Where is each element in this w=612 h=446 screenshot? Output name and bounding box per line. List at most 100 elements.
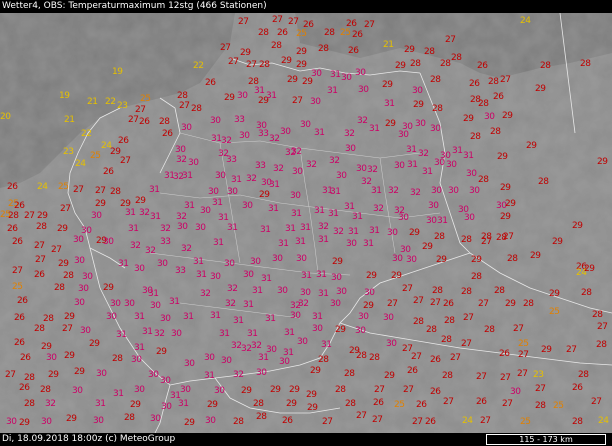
- station-temperature: 30: [96, 369, 107, 379]
- station-temperature: 28: [191, 104, 202, 114]
- map-area: 27 27 27 26 26 27 24 28 26 25 28 25 26 21 27 22 27 29 28 29…: [0, 13, 612, 433]
- station-temperature: 25: [518, 339, 529, 349]
- station-temperature: 29: [240, 48, 251, 58]
- station-temperature: 29: [66, 414, 77, 424]
- station-temperature: 28: [461, 287, 472, 297]
- station-temperature: 29: [135, 196, 146, 206]
- station-temperature: 30: [394, 161, 405, 171]
- station-temperature: 31: [218, 213, 229, 223]
- station-temperature: 31: [352, 212, 363, 222]
- station-temperature: 28: [451, 53, 462, 63]
- station-temperature: 30: [387, 228, 398, 238]
- station-temperature: 27: [566, 345, 577, 355]
- station-temperature: 24: [75, 159, 86, 169]
- station-temperature: 28: [572, 417, 583, 427]
- station-temperature: 27: [411, 352, 422, 362]
- station-temperature: 31: [328, 209, 339, 219]
- station-temperature: 28: [540, 61, 551, 71]
- station-temperature: 31: [128, 224, 139, 234]
- station-temperature: 27: [480, 416, 491, 426]
- station-temperature: 31: [371, 186, 382, 196]
- station-temperature: 28: [424, 47, 435, 57]
- station-temperature: 32: [418, 149, 429, 159]
- station-temperature: 27: [288, 17, 299, 27]
- station-temperature: 28: [318, 355, 329, 365]
- station-temperature: 29: [184, 418, 195, 428]
- station-temperature: 26: [14, 313, 25, 323]
- station-temperature: 26: [407, 366, 418, 376]
- station-temperature: 26: [19, 383, 30, 393]
- station-temperature: 28: [345, 399, 356, 409]
- station-temperature: 30: [160, 314, 171, 324]
- station-temperature: 27: [402, 284, 413, 294]
- station-temperature: 26: [162, 129, 173, 139]
- station-temperature: 31: [252, 286, 263, 296]
- station-temperature: 30: [6, 417, 17, 427]
- station-temperature: 27: [535, 384, 546, 394]
- station-temperature: 25: [296, 29, 307, 39]
- station-temperature: 32: [333, 227, 344, 237]
- station-temperature: 30: [134, 385, 145, 395]
- station-temperature: 27: [246, 60, 257, 70]
- station-temperature: 27: [135, 105, 146, 115]
- station-temperature: 33: [175, 266, 186, 276]
- station-temperature: 32: [130, 241, 141, 251]
- station-temperature: 30: [292, 167, 303, 177]
- station-temperature: 31: [314, 206, 325, 216]
- station-temperature: 32: [154, 329, 165, 339]
- station-temperature: 29: [530, 251, 541, 261]
- station-temperature: 28: [596, 340, 607, 350]
- station-temperature: 32: [298, 299, 309, 309]
- station-temperature: 30: [243, 270, 254, 280]
- station-temperature: 29: [110, 147, 121, 157]
- station-temperature: 28: [24, 399, 35, 409]
- station-temperature: 30: [74, 256, 85, 266]
- station-temperature: 31: [318, 289, 329, 299]
- station-temperature: 30: [386, 339, 397, 349]
- station-temperature: 31: [318, 235, 329, 245]
- station-temperature: 30: [330, 299, 341, 309]
- station-temperature: 29: [287, 75, 298, 85]
- station-temperature: 29: [64, 312, 75, 322]
- station-temperature: 30: [331, 273, 342, 283]
- station-temperature: 29: [422, 242, 433, 252]
- scale-label: 115 - 173 km: [519, 435, 573, 444]
- station-temperature: 29: [385, 119, 396, 129]
- station-temperature: 31: [265, 314, 276, 324]
- station-temperature: 25: [58, 182, 69, 192]
- station-temperature: 26: [416, 400, 427, 410]
- station-temperature: 28: [484, 325, 495, 335]
- station-temperature: 31: [211, 134, 222, 144]
- station-temperature: 29: [64, 351, 75, 361]
- station-temperature: 30: [237, 91, 248, 101]
- station-temperature: 31: [330, 187, 341, 197]
- station-temperature: 29: [224, 93, 235, 103]
- station-temperature: 30: [208, 187, 219, 197]
- station-temperature: 28: [24, 373, 35, 383]
- station-temperature: 29: [549, 289, 560, 299]
- station-temperature: 31: [204, 371, 215, 381]
- station-temperature: 19: [59, 91, 70, 101]
- station-temperature: 31: [269, 180, 280, 190]
- station-temperature: 29: [289, 385, 300, 395]
- station-temperature: 28: [54, 283, 65, 293]
- map-title: Wetter4, OBS: Temperaturmaximum 12stg (4…: [2, 1, 267, 11]
- station-temperature: 32: [361, 177, 372, 187]
- station-temperature: 20: [0, 112, 11, 122]
- station-temperature: 30: [398, 213, 409, 223]
- station-temperature: 26: [20, 353, 31, 363]
- station-temperature: 27: [51, 245, 62, 255]
- station-temperature: 27: [518, 350, 529, 360]
- station-temperature: 30: [277, 286, 288, 296]
- station-temperature: 30: [227, 187, 238, 197]
- station-temperature: 31: [301, 271, 312, 281]
- station-temperature: 31: [463, 151, 474, 161]
- station-temperature: 32: [181, 244, 192, 254]
- station-temperature: 27: [374, 385, 385, 395]
- station-temperature: 31: [149, 185, 160, 195]
- station-temperature: 31: [169, 297, 180, 307]
- station-temperature: 33: [226, 155, 237, 165]
- station-temperature: 30: [358, 312, 369, 322]
- station-temperature: 28: [110, 187, 121, 197]
- station-temperature: 27: [500, 373, 511, 383]
